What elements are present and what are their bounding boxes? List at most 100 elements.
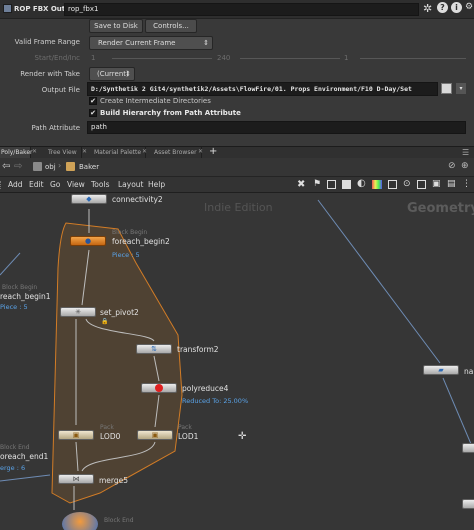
flag-icon[interactable]: ⚑ [313, 179, 321, 189]
inc-frame-slider [360, 58, 466, 59]
menu-edit[interactable]: Edit [29, 180, 44, 189]
pane-menu-icon[interactable]: ☰ [462, 148, 469, 157]
foreach-begin2-piece: Piece : 5 [112, 251, 140, 259]
lod1-type: Pack [178, 424, 192, 431]
valid-frame-range-value: Render Current Frame [98, 39, 176, 47]
output-file-value: D:/Synthetik 2 Git4/synthetik2/Assets\Fl… [91, 85, 412, 93]
controls-button[interactable]: Controls... [145, 19, 197, 33]
create-dirs-label: Create Intermediate Directories [100, 97, 211, 105]
close-icon[interactable]: ✕ [198, 148, 203, 155]
start-frame-value: 1 [91, 54, 96, 62]
set-pivot-label: set_pivot2 [100, 308, 139, 317]
pack-icon: ▣ [151, 431, 159, 439]
network-editor-canvas[interactable]: Indie Edition Geometry ◆ connectivity2 B… [0, 193, 474, 530]
back-arrow-icon[interactable]: ⇦ [2, 161, 10, 172]
context-label: Geometry [407, 201, 474, 216]
merge-node[interactable]: ⋈ [58, 474, 94, 484]
merge-label: merge5 [99, 476, 129, 485]
network-menu-bar: Add Edit Go View Tools Layout Help ✖ ⚑ ◐… [0, 177, 474, 193]
path-attribute-field[interactable]: path [87, 121, 466, 134]
pane-tab-bar: Poly/Baker ✕ Tree View ✕ Material Palett… [0, 146, 474, 159]
help-icon[interactable]: ? [437, 2, 448, 13]
foreach-end1-type: Block End [0, 444, 30, 451]
foreach-begin1-type: Block Begin [2, 284, 38, 291]
path-current[interactable]: Baker [79, 163, 99, 171]
merge-icon: ⋈ [72, 475, 80, 483]
foreach-begin1-label: reach_begin1 [0, 292, 51, 301]
menu-handle-icon [0, 181, 3, 189]
menu-help[interactable]: Help [148, 180, 165, 189]
dropdown-arrow-icon[interactable]: ▾ [456, 83, 466, 94]
color-swatch-icon[interactable] [372, 180, 382, 189]
menu-view[interactable]: View [67, 180, 85, 189]
valid-frame-range-label: Valid Frame Range [14, 38, 80, 46]
output-file-field[interactable]: D:/Synthetik 2 Git4/synthetik2/Assets\Fl… [87, 82, 438, 96]
output-file-label: Output File [41, 86, 80, 94]
set-pivot-node[interactable]: ✳ [60, 307, 96, 317]
foreach-begin-icon: ● [84, 237, 92, 245]
settings-dropdown-icon[interactable]: ⚙ [465, 2, 473, 12]
info-panel-icon[interactable]: ▤ [447, 179, 456, 189]
right-network-node[interactable]: ▰ [423, 365, 459, 375]
close-icon[interactable]: ✕ [32, 148, 37, 155]
zoom-icon[interactable]: ⊙ [403, 179, 411, 189]
node-name-field[interactable]: rop_fbx1 [64, 3, 419, 16]
image-icon[interactable] [342, 180, 351, 189]
polyreduce-node[interactable] [141, 383, 177, 393]
lod1-node[interactable]: ▣ [137, 430, 173, 440]
grid-icon[interactable] [327, 180, 336, 189]
right-node-label: na [464, 367, 474, 376]
obj-context-icon[interactable] [33, 162, 42, 171]
layout-icon[interactable] [417, 180, 426, 189]
menu-go[interactable]: Go [50, 180, 60, 189]
forward-arrow-icon[interactable]: ⇨ [14, 161, 22, 172]
connectivity-node[interactable]: ◆ [71, 194, 107, 204]
render-with-take-label: Render with Take [20, 70, 80, 78]
foreach-end1-label: oreach_end1 [0, 452, 49, 461]
pin-icon[interactable]: ⊘ [448, 161, 456, 171]
menu-tools[interactable]: Tools [91, 180, 109, 189]
foreach-end-node[interactable] [62, 512, 98, 530]
transform-node[interactable]: ⇅ [136, 344, 172, 354]
right-bottom-node-2[interactable] [462, 499, 474, 509]
transform-label: transform2 [177, 345, 219, 354]
path-separator: › [58, 161, 62, 170]
lod0-type: Pack [100, 424, 114, 431]
connectivity-icon: ◆ [86, 195, 92, 203]
build-hierarchy-checkbox[interactable]: ✔ [89, 109, 97, 117]
menu-add[interactable]: Add [8, 180, 23, 189]
link-icon[interactable]: ⊕ [461, 161, 469, 171]
parameter-pane: ROP FBX Output rop_fbx1 ✲ ? i ⚙ Save to … [0, 0, 474, 146]
shelf-icon[interactable]: ▣ [432, 179, 441, 189]
file-chooser-icon[interactable] [441, 83, 452, 94]
start-end-inc-label: Start/End/Inc [34, 54, 80, 62]
gear-icon[interactable]: ✲ [423, 2, 432, 15]
add-tab-icon[interactable]: + [209, 146, 217, 157]
save-to-disk-button[interactable]: Save to Disk [89, 19, 143, 33]
menu-layout[interactable]: Layout [118, 180, 144, 189]
right-bottom-node[interactable] [462, 443, 474, 453]
lod0-node[interactable]: ▣ [58, 430, 94, 440]
tools-icon[interactable]: ✖ [297, 179, 305, 190]
close-icon[interactable]: ✕ [82, 148, 87, 155]
transform-icon: ⇅ [151, 345, 157, 353]
extra-menu-icon[interactable]: ⋮ [462, 179, 471, 189]
create-dirs-checkbox[interactable]: ✔ [89, 97, 97, 105]
path-root[interactable]: obj [45, 163, 56, 171]
foreach-begin2-node[interactable]: ● [70, 236, 106, 246]
parameter-header: ROP FBX Output rop_fbx1 ✲ ? i ⚙ [0, 0, 474, 19]
path-attribute-label: Path Attribute [31, 124, 80, 132]
render-with-take-value: (Current) [97, 70, 129, 78]
build-hierarchy-label: Build Hierarchy from Path Attribute [100, 109, 241, 117]
render-with-take-select[interactable]: (Current) ⇕ [89, 67, 135, 81]
crosshair-cursor-icon: ✛ [238, 431, 247, 442]
lod0-label: LOD0 [100, 432, 121, 441]
polyreduce-icon [155, 384, 163, 392]
valid-frame-range-select[interactable]: Render Current Frame ⇕ [89, 36, 213, 50]
snap-icon[interactable] [388, 180, 397, 189]
close-icon[interactable]: ✕ [142, 148, 147, 155]
info-icon[interactable]: i [451, 2, 462, 13]
chevron-updown-icon: ⇕ [203, 39, 209, 47]
node-type-icon [3, 4, 12, 13]
palette-icon[interactable]: ◐ [357, 178, 366, 189]
